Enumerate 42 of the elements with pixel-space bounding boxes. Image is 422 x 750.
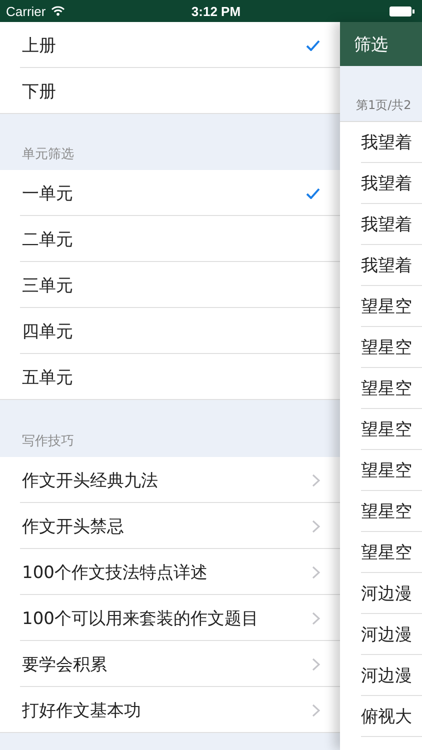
chevron-icon <box>312 566 320 578</box>
article-row[interactable]: 望星空 <box>340 368 422 409</box>
article-row[interactable]: 河边漫 <box>340 655 422 696</box>
article-row[interactable]: 望星空 <box>340 327 422 368</box>
article-row[interactable]: 望星空 <box>340 491 422 532</box>
chevron-icon <box>312 704 320 716</box>
article-row[interactable]: 我望着 <box>340 204 422 245</box>
tip-row[interactable]: 100个作文技法特点详述 <box>0 549 340 595</box>
volume-option[interactable]: 上册 <box>0 22 340 68</box>
chevron-icon <box>312 474 320 486</box>
tip-row[interactable]: 要学会积累 <box>0 641 340 687</box>
unit-option[interactable]: 五单元 <box>0 354 340 400</box>
tip-row[interactable]: 作文开头禁忌 <box>0 503 340 549</box>
section-header: 单元筛选 <box>22 146 74 163</box>
section-header: 写作技巧 <box>22 433 74 450</box>
wifi-icon <box>50 6 65 16</box>
unit-option[interactable]: 四单元 <box>0 308 340 354</box>
chevron-icon <box>312 612 320 624</box>
status-time: 3:12 PM <box>190 4 242 18</box>
panel-title: 筛选 <box>354 34 388 56</box>
page-indicator: 第1页/共2 <box>356 97 412 114</box>
unit-option[interactable]: 三单元 <box>0 262 340 308</box>
chevron-icon <box>312 658 320 670</box>
article-row[interactable]: 我望着 <box>340 122 422 163</box>
article-row[interactable]: 我望着 <box>340 163 422 204</box>
tip-row[interactable]: 100个可以用来套装的作文题目 <box>0 595 340 641</box>
chevron-icon <box>312 520 320 532</box>
volume-option[interactable]: 下册 <box>0 68 340 114</box>
tip-row[interactable]: 作文开头经典九法 <box>0 457 340 503</box>
unit-option[interactable]: 二单元 <box>0 216 340 262</box>
article-row[interactable]: 我望着 <box>340 245 422 286</box>
article-row[interactable]: 望星空 <box>340 532 422 573</box>
article-row[interactable]: 望星空 <box>340 286 422 327</box>
article-row[interactable]: 俯视大 <box>340 696 422 737</box>
tip-row[interactable]: 打好作文基本功 <box>0 687 340 733</box>
article-row[interactable]: 河边漫 <box>340 573 422 614</box>
carrier-label: Carrier <box>6 4 46 18</box>
article-row[interactable]: 望星空 <box>340 450 422 491</box>
article-row[interactable]: 望星空 <box>340 409 422 450</box>
battery-icon <box>389 6 415 16</box>
unit-option[interactable]: 一单元 <box>0 170 340 216</box>
article-row[interactable]: 河边漫 <box>340 614 422 655</box>
